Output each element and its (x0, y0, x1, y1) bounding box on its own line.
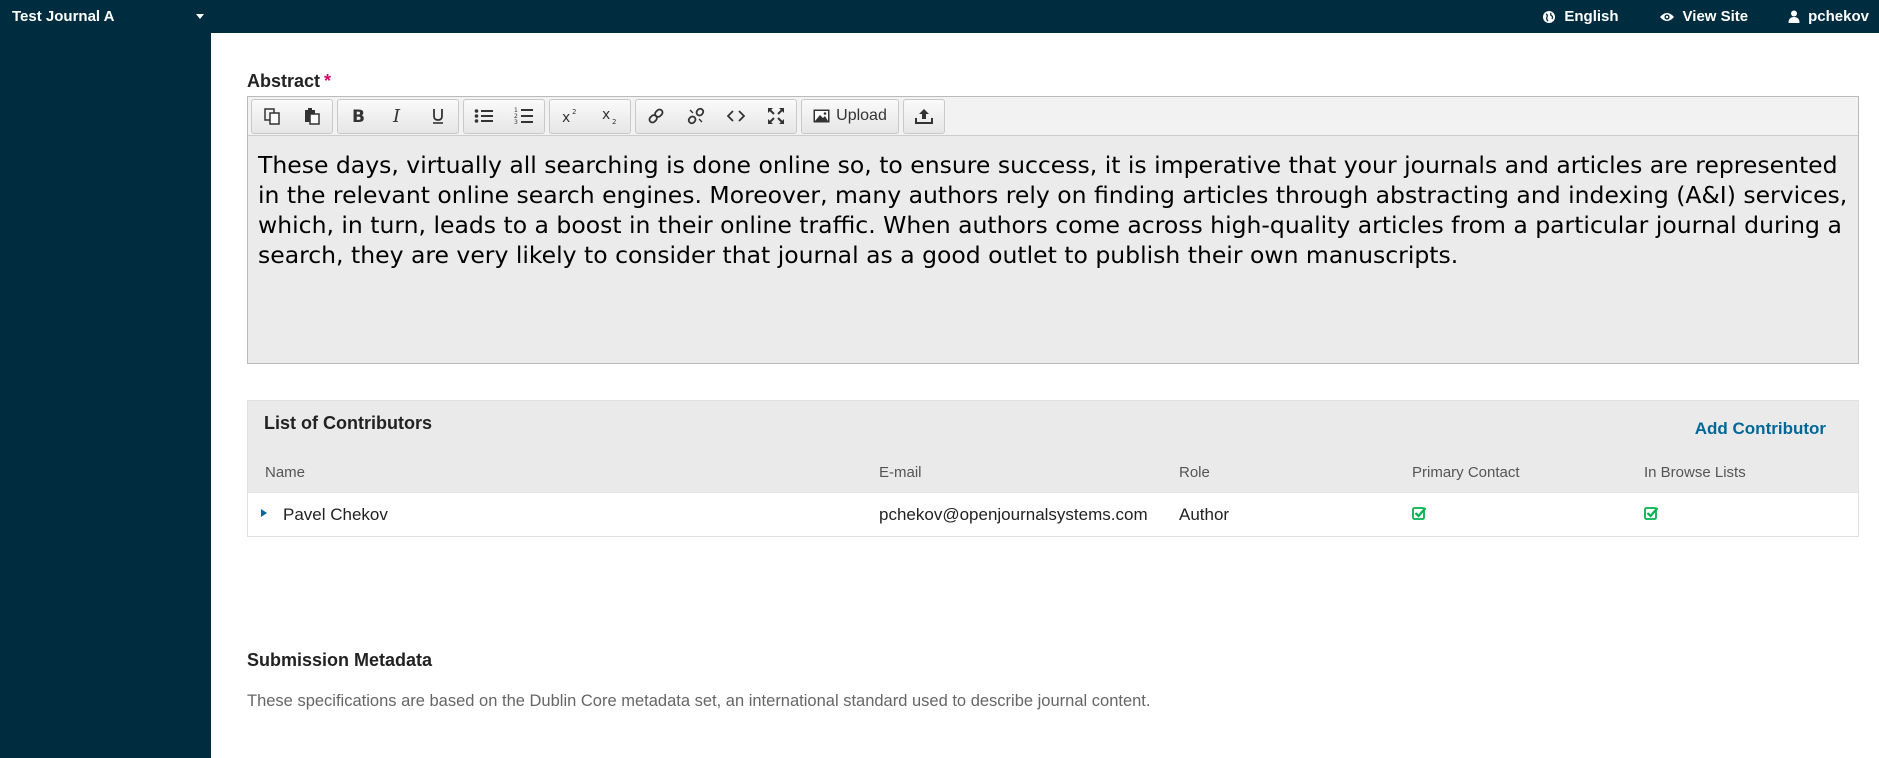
paste-button[interactable] (292, 100, 332, 133)
globe-icon (1543, 10, 1556, 23)
contributors-panel: List of Contributors Add Contributor Nam… (247, 400, 1859, 537)
editor-toolbar: B I 1 2 3 x 2 x 2 Upload (248, 97, 1858, 136)
link-group (635, 98, 797, 134)
underline-icon (433, 109, 443, 124)
journal-name: Test Journal A (12, 8, 115, 25)
column-header-primary-contact: Primary Contact (1412, 464, 1520, 481)
bold-icon: B (352, 107, 365, 125)
in-browse-lists-check-icon (1644, 506, 1659, 525)
file-upload-button[interactable] (904, 100, 944, 133)
unlink-icon (687, 107, 705, 125)
svg-text:3: 3 (514, 119, 518, 125)
source-code-button[interactable] (716, 100, 756, 133)
file-upload-group (903, 98, 945, 134)
contributors-title: List of Contributors (264, 413, 432, 433)
script-group: x 2 x 2 (549, 98, 631, 134)
italic-button[interactable]: I (378, 100, 418, 133)
upload-label: Upload (836, 107, 887, 124)
upload-group: Upload (801, 98, 899, 134)
eye-icon (1659, 12, 1674, 21)
contributor-role: Author (1179, 505, 1230, 524)
numbered-list-icon: 1 2 3 (514, 107, 533, 125)
numbered-list-button[interactable]: 1 2 3 (504, 100, 544, 133)
contributor-email: pchekov@openjournalsystems.com (879, 505, 1148, 524)
bullet-list-button[interactable] (464, 100, 504, 133)
link-button[interactable] (636, 100, 676, 133)
add-contributor-button[interactable]: Add Contributor (1695, 419, 1826, 439)
contributor-name: Pavel Chekov (283, 505, 388, 524)
code-icon (727, 110, 745, 122)
abstract-label-text: Abstract (247, 71, 321, 91)
upload-icon (915, 109, 933, 124)
svg-text:2: 2 (612, 118, 616, 125)
copy-icon (264, 108, 280, 125)
svg-text:x: x (562, 110, 570, 125)
column-header-email: E-mail (879, 464, 922, 481)
view-site-label: View Site (1682, 8, 1749, 25)
paste-icon (305, 108, 320, 125)
list-group: 1 2 3 (463, 98, 545, 134)
sidebar (0, 33, 211, 758)
superscript-icon: x 2 (562, 108, 576, 125)
underline-button[interactable] (418, 100, 458, 133)
subscript-icon: x 2 (602, 107, 616, 125)
abstract-editor: B I 1 2 3 x 2 x 2 Upload These days, vir… (247, 96, 1859, 364)
fullscreen-button[interactable] (756, 100, 796, 133)
format-group: B I (337, 98, 459, 134)
primary-contact-check-icon (1412, 506, 1427, 525)
column-header-in-browse-lists: In Browse Lists (1644, 464, 1746, 481)
copy-button[interactable] (252, 100, 292, 133)
user-menu[interactable]: pchekov (1788, 8, 1869, 25)
svg-text:2: 2 (572, 108, 576, 116)
bold-button[interactable]: B (338, 100, 378, 133)
italic-icon: I (392, 107, 401, 125)
image-icon (813, 109, 830, 123)
user-label: pchekov (1808, 8, 1869, 25)
bullet-list-icon (474, 109, 493, 123)
subscript-button[interactable]: x 2 (590, 100, 630, 133)
submission-metadata-title: Submission Metadata (247, 650, 433, 670)
abstract-label: Abstract * (247, 71, 331, 92)
language-label: English (1564, 8, 1619, 25)
column-header-name: Name (265, 464, 306, 481)
fullscreen-icon (768, 108, 784, 124)
chevron-down-icon (196, 14, 204, 19)
abstract-text[interactable]: These days, virtually all searching is d… (248, 136, 1858, 270)
column-header-role: Role (1179, 464, 1210, 481)
journal-switcher[interactable]: Test Journal A (12, 0, 212, 33)
main-content: Abstract * B I 1 2 3 x 2 x 2 Upload Thes… (211, 33, 1879, 758)
view-site-link[interactable]: View Site (1659, 8, 1749, 25)
submission-metadata-description: These specifications are based on the Du… (247, 692, 1151, 710)
top-bar: Test Journal A English View Site pchekov (0, 0, 1879, 33)
upload-image-button[interactable]: Upload (802, 100, 898, 133)
user-icon (1788, 10, 1800, 23)
clipboard-group (251, 98, 333, 134)
superscript-button[interactable]: x 2 (550, 100, 590, 133)
link-icon (648, 108, 664, 124)
expand-arrow-icon[interactable] (261, 509, 267, 517)
language-menu[interactable]: English (1542, 8, 1619, 25)
svg-text:B: B (352, 107, 365, 125)
svg-text:I: I (392, 107, 401, 125)
required-marker: * (324, 71, 332, 91)
table-row: Pavel Chekov pchekov@openjournalsystems.… (248, 492, 1858, 536)
svg-text:x: x (602, 107, 610, 123)
unlink-button[interactable] (676, 100, 716, 133)
